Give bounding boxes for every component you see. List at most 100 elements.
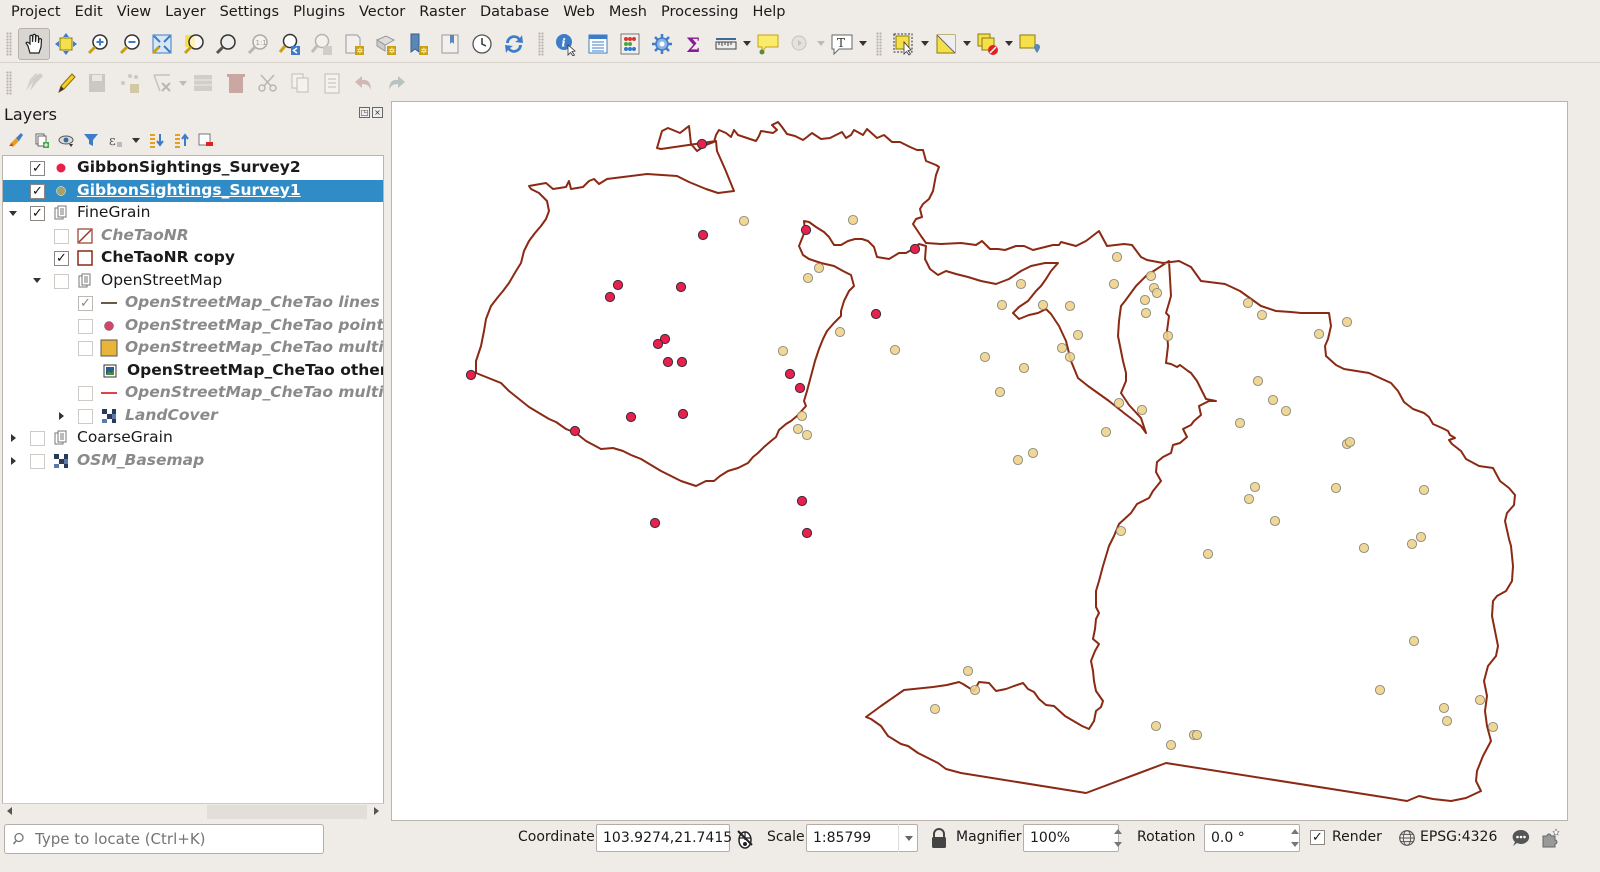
text-annotation-button[interactable]: T bbox=[826, 28, 858, 60]
select-dropdown[interactable] bbox=[920, 28, 930, 60]
layer-name[interactable]: OpenStreetMap_CheTao multilinestrings bbox=[125, 383, 383, 401]
scroll-right-arrow[interactable] bbox=[374, 807, 379, 815]
layer-name[interactable]: GibbonSightings_Survey1 bbox=[77, 181, 301, 199]
menu-project[interactable]: Project bbox=[4, 0, 68, 24]
manage-visibility-button[interactable] bbox=[56, 130, 76, 150]
messages-button[interactable] bbox=[1510, 827, 1532, 849]
menu-raster[interactable]: Raster bbox=[412, 0, 473, 24]
layer-row[interactable]: ✓ GibbonSightings_Survey1 bbox=[3, 179, 383, 202]
layer-row[interactable]: OpenStreetMap_CheTao points bbox=[3, 315, 383, 338]
collapse-arrow-icon[interactable] bbox=[31, 275, 43, 287]
layer-row[interactable]: OpenStreetMap_CheTao multipolygons bbox=[3, 337, 383, 360]
menu-processing[interactable]: Processing bbox=[654, 0, 745, 24]
layer-name[interactable]: FineGrain bbox=[77, 203, 150, 221]
deselect-features-button[interactable] bbox=[972, 28, 1004, 60]
layer-visibility-checkbox[interactable] bbox=[30, 431, 45, 446]
layer-row[interactable]: ✓ OpenStreetMap_CheTao lines bbox=[3, 292, 383, 315]
crs-button-icon-wrap[interactable] bbox=[1396, 827, 1418, 849]
save-edits-button[interactable] bbox=[82, 67, 114, 99]
toggle-extents-button[interactable] bbox=[734, 827, 756, 849]
coordinate-field[interactable]: 103.9274,21.7415 bbox=[596, 824, 732, 852]
add-group-button[interactable] bbox=[31, 130, 51, 150]
map-svg[interactable] bbox=[392, 102, 1568, 821]
zoom-next-button[interactable] bbox=[306, 28, 338, 60]
statistical-summary-button[interactable]: Σ bbox=[678, 28, 710, 60]
toolbar-grip[interactable] bbox=[6, 71, 12, 95]
menu-settings[interactable]: Settings bbox=[213, 0, 286, 24]
new-3d-map-view-button[interactable]: ✲ bbox=[370, 28, 402, 60]
pan-map-button[interactable] bbox=[18, 27, 50, 60]
layer-visibility-checkbox[interactable]: ✓ bbox=[78, 296, 93, 311]
layer-row[interactable]: OSM_Basemap bbox=[3, 450, 383, 473]
undo-button[interactable] bbox=[348, 67, 380, 99]
close-panel-button[interactable]: × bbox=[372, 107, 383, 118]
paste-features-button[interactable] bbox=[316, 67, 348, 99]
menu-web[interactable]: Web bbox=[556, 0, 602, 24]
new-map-view-button[interactable]: ✲ bbox=[338, 28, 370, 60]
layer-row[interactable]: OpenStreetMap_CheTao other_relations bbox=[3, 360, 383, 383]
layer-row[interactable]: OpenStreetMap bbox=[3, 270, 383, 293]
toolbar-grip[interactable] bbox=[538, 31, 544, 56]
menu-mesh[interactable]: Mesh bbox=[602, 0, 654, 24]
toolbar-grip[interactable] bbox=[876, 31, 882, 56]
layer-visibility-checkbox[interactable] bbox=[78, 386, 93, 401]
expand-arrow-icon[interactable] bbox=[7, 432, 19, 444]
filter-expression-dropdown[interactable] bbox=[131, 130, 141, 150]
layer-visibility-checkbox[interactable] bbox=[54, 228, 69, 244]
delete-selected-button[interactable] bbox=[220, 67, 252, 99]
actions-button[interactable] bbox=[784, 28, 816, 60]
toggle-editing-button[interactable] bbox=[50, 67, 82, 99]
layer-name[interactable]: OSM_Basemap bbox=[77, 451, 204, 469]
layer-name[interactable]: LandCover bbox=[125, 406, 218, 424]
zoom-full-button[interactable] bbox=[146, 28, 178, 60]
menu-vector[interactable]: Vector bbox=[352, 0, 412, 24]
add-point-feature-button[interactable] bbox=[114, 67, 146, 99]
layer-name[interactable]: OpenStreetMap_CheTao lines bbox=[125, 293, 380, 311]
annotation-dropdown[interactable] bbox=[858, 28, 868, 60]
select-expression-dropdown[interactable] bbox=[962, 28, 972, 60]
menu-layer[interactable]: Layer bbox=[158, 0, 212, 24]
layer-name[interactable]: GibbonSightings_Survey2 bbox=[77, 158, 301, 176]
select-by-location-button[interactable] bbox=[1014, 28, 1046, 60]
plugin-updates-button[interactable] bbox=[1540, 827, 1562, 849]
expand-arrow-icon[interactable] bbox=[55, 410, 67, 422]
layer-name[interactable]: CheTaoNR bbox=[101, 226, 189, 244]
layer-visibility-checkbox[interactable] bbox=[30, 453, 45, 469]
actions-dropdown[interactable] bbox=[816, 28, 826, 60]
locator-bar[interactable] bbox=[4, 824, 324, 854]
menu-help[interactable]: Help bbox=[745, 0, 792, 24]
menu-plugins[interactable]: Plugins bbox=[286, 0, 352, 24]
locator-input[interactable] bbox=[35, 830, 315, 848]
scale-dropdown-arrow[interactable] bbox=[898, 824, 918, 852]
open-attribute-table-button[interactable] bbox=[582, 28, 614, 60]
redo-button[interactable] bbox=[380, 67, 412, 99]
render-checkbox[interactable]: ✓ bbox=[1310, 830, 1325, 845]
layer-row[interactable]: CoarseGrain bbox=[3, 427, 383, 450]
layer-name[interactable]: OpenStreetMap_CheTao points bbox=[125, 316, 383, 334]
zoom-last-button[interactable] bbox=[274, 28, 306, 60]
layer-name[interactable]: OpenStreetMap_CheTao multipolygons bbox=[125, 338, 383, 356]
rotation-spinbox[interactable]: 0.0 ° bbox=[1204, 824, 1300, 852]
layer-row[interactable]: LandCover bbox=[3, 405, 383, 428]
layer-visibility-checkbox[interactable]: ✓ bbox=[30, 206, 45, 221]
layer-row[interactable]: CheTaoNR bbox=[3, 225, 383, 248]
zoom-to-layer-button[interactable] bbox=[210, 28, 242, 60]
zoom-in-button[interactable] bbox=[82, 28, 114, 60]
menu-view[interactable]: View bbox=[110, 0, 158, 24]
layer-name[interactable]: CheTaoNR copy bbox=[101, 248, 235, 266]
toolbar-grip[interactable] bbox=[6, 31, 12, 56]
layer-name[interactable]: CoarseGrain bbox=[77, 428, 173, 446]
map-tips-button[interactable] bbox=[752, 28, 784, 60]
vertex-tool-button[interactable] bbox=[146, 67, 178, 99]
layer-row[interactable]: ✓ GibbonSightings_Survey2 bbox=[3, 157, 383, 180]
layer-name[interactable]: OpenStreetMap_CheTao other_relations bbox=[127, 361, 383, 379]
zoom-native-button[interactable]: 1:1 bbox=[242, 28, 274, 60]
layer-visibility-checkbox[interactable] bbox=[78, 341, 93, 356]
pan-to-selection-button[interactable] bbox=[50, 28, 82, 60]
magnifier-spinbox[interactable]: 100% bbox=[1023, 824, 1119, 852]
style-manager-button[interactable] bbox=[6, 130, 26, 150]
new-bookmark-button[interactable]: ✲ bbox=[402, 28, 434, 60]
vertex-tool-dropdown[interactable] bbox=[178, 67, 188, 99]
expand-arrow-icon[interactable] bbox=[7, 455, 19, 467]
zoom-to-selection-button[interactable] bbox=[178, 28, 210, 60]
